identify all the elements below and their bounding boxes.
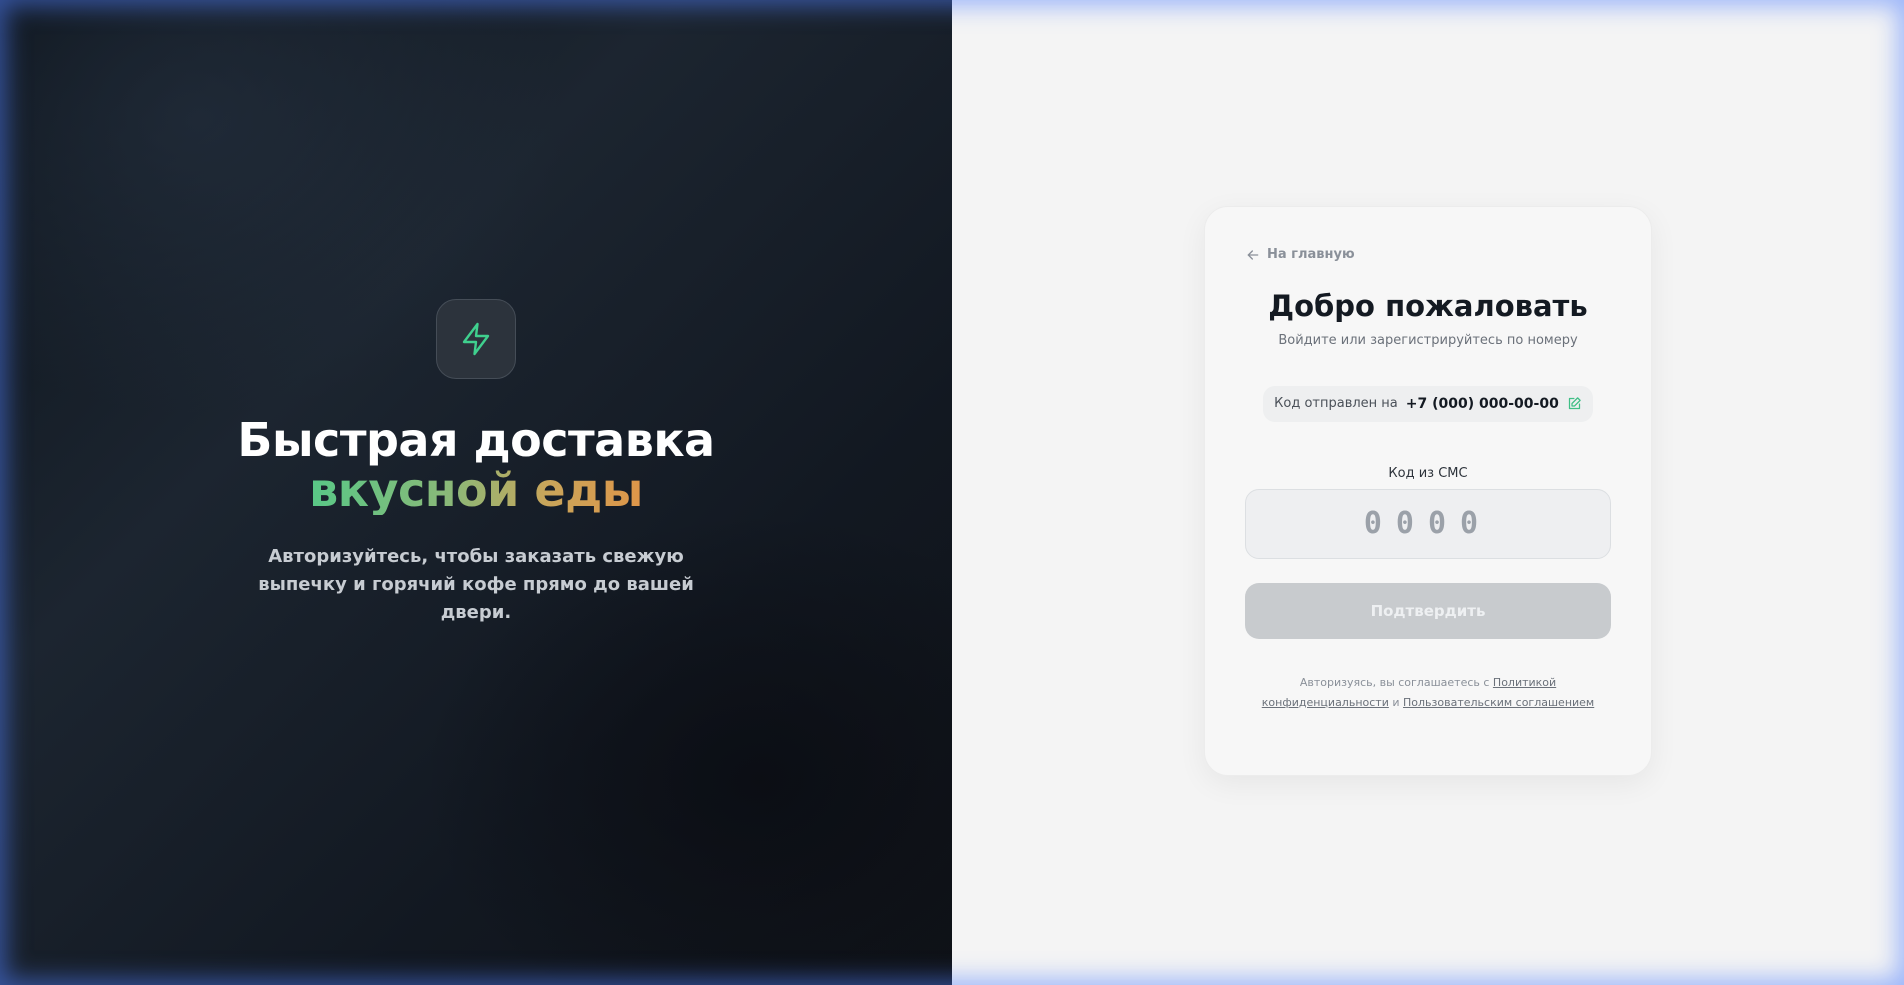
hero-title-accent: вкусной еды xyxy=(237,465,714,515)
auth-card: На главную Добро пожаловать Войдите или … xyxy=(1204,205,1652,776)
page-title: Добро пожаловать xyxy=(1268,288,1588,323)
legal-notice: Авторизуясь, вы соглашаетесь с Политикой… xyxy=(1245,673,1611,713)
lightning-icon xyxy=(462,322,490,355)
page-subtitle: Войдите или зарегистрируйтесь по номеру xyxy=(1278,332,1578,348)
hero-title: Быстрая доставка вкусной еды xyxy=(237,412,715,515)
code-label: Код из СМС xyxy=(1388,465,1468,481)
hero-subtitle: Авторизуйтесь, чтобы заказать свежую вып… xyxy=(258,545,694,623)
terms-link[interactable]: Пользовательским соглашением xyxy=(1403,696,1594,709)
back-home-label: На главную xyxy=(1267,247,1355,262)
phone-number: +7 (000) 000-00-00 xyxy=(1405,395,1559,412)
code-sent-info: Код отправлен на +7 (000) 000-00-00 xyxy=(1263,385,1593,422)
logo xyxy=(436,298,516,379)
legal-and: и xyxy=(1392,695,1400,709)
legal-prefix: Авторизуясь, вы соглашаетесь с xyxy=(1299,675,1490,689)
confirm-button[interactable]: Подтвердить xyxy=(1245,582,1611,639)
hero-panel: Быстрая доставка вкусной еды Авторизуйте… xyxy=(0,0,952,985)
hero-title-line1: Быстрая доставка xyxy=(237,412,715,467)
code-sent-label: Код отправлен на xyxy=(1274,396,1398,411)
auth-panel: На главную Добро пожаловать Войдите или … xyxy=(952,0,1904,985)
edit-phone-button[interactable] xyxy=(1567,396,1582,411)
edit-icon xyxy=(1568,397,1581,410)
back-home-link[interactable]: На главную xyxy=(1245,247,1355,263)
arrow-left-icon xyxy=(1247,249,1259,260)
sms-code-input[interactable] xyxy=(1245,488,1611,559)
